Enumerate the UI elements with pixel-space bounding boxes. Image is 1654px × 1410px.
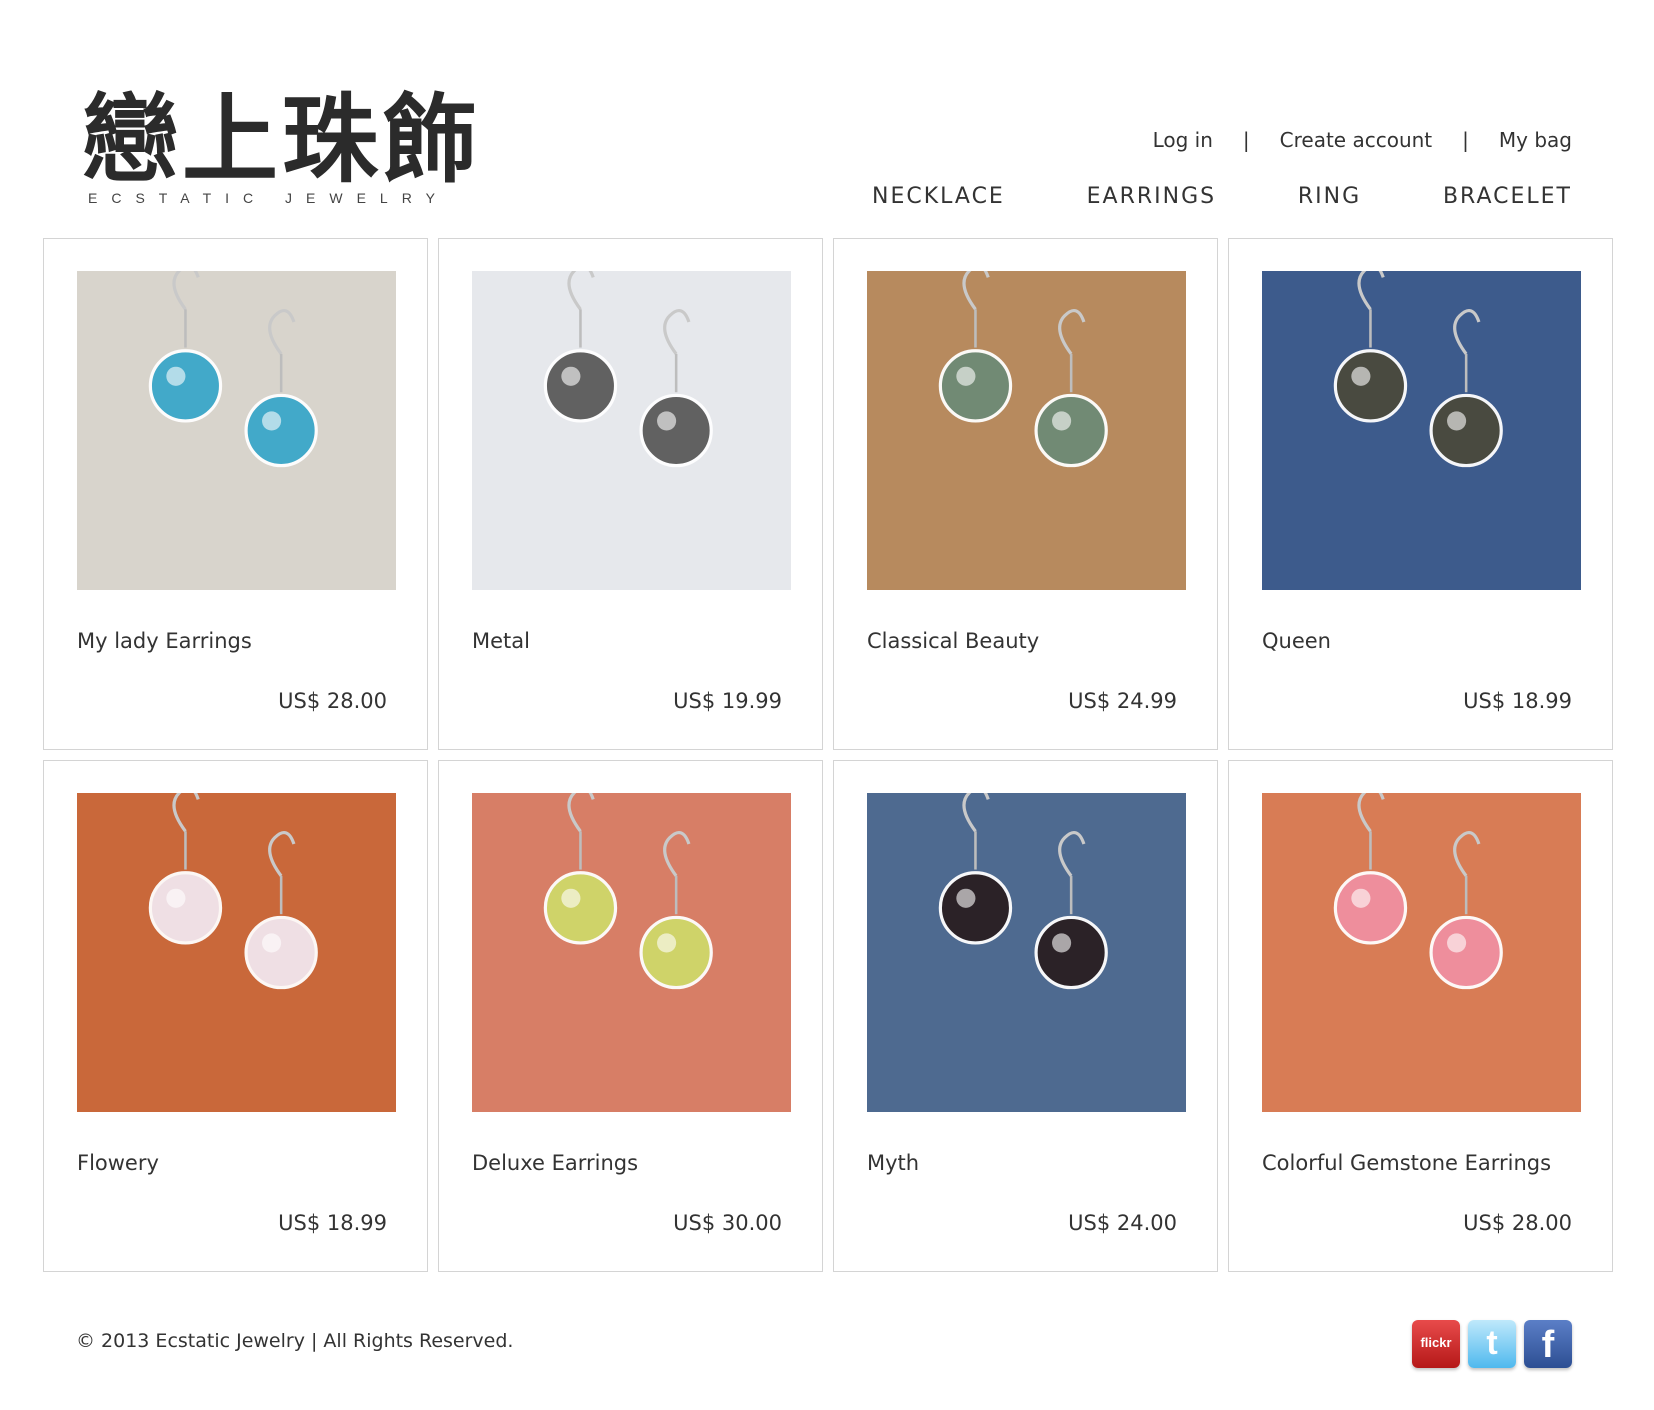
product-grid: My lady Earrings US$ 28.00 Metal US$ 19.… xyxy=(43,238,1615,1272)
flickr-icon[interactable]: flickr xyxy=(1412,1320,1460,1368)
facebook-icon[interactable]: f xyxy=(1524,1320,1572,1368)
product-name[interactable]: Queen xyxy=(1262,629,1331,653)
site-logo[interactable]: 戀上珠飾 ECSTATIC JEWELRY xyxy=(82,88,502,218)
product-name[interactable]: Classical Beauty xyxy=(867,629,1039,653)
product-card[interactable]: Classical Beauty US$ 24.99 xyxy=(833,238,1218,750)
product-price: US$ 28.00 xyxy=(278,689,387,713)
product-photo[interactable] xyxy=(77,793,396,1112)
product-photo[interactable] xyxy=(472,793,791,1112)
separator: | xyxy=(1242,128,1250,152)
product-photo[interactable] xyxy=(1262,271,1581,590)
product-card[interactable]: Myth US$ 24.00 xyxy=(833,760,1218,1272)
product-card[interactable]: Flowery US$ 18.99 xyxy=(43,760,428,1272)
logo-subtitle: ECSTATIC JEWELRY xyxy=(88,190,449,206)
my-bag-link[interactable]: My bag xyxy=(1499,128,1572,152)
product-card[interactable]: Metal US$ 19.99 xyxy=(438,238,823,750)
product-photo[interactable] xyxy=(77,271,396,590)
product-name[interactable]: Flowery xyxy=(77,1151,159,1175)
logo-cjk-text: 戀上珠飾 xyxy=(82,83,482,196)
product-card[interactable]: Colorful Gemstone Earrings US$ 28.00 xyxy=(1228,760,1613,1272)
product-price: US$ 24.99 xyxy=(1068,689,1177,713)
twitter-icon-label: t xyxy=(1486,1324,1498,1362)
product-price: US$ 24.00 xyxy=(1068,1211,1177,1235)
product-name[interactable]: My lady Earrings xyxy=(77,629,252,653)
login-link[interactable]: Log in xyxy=(1153,128,1213,152)
product-card[interactable]: Deluxe Earrings US$ 30.00 xyxy=(438,760,823,1272)
product-name[interactable]: Myth xyxy=(867,1151,919,1175)
product-photo[interactable] xyxy=(1262,793,1581,1112)
separator: | xyxy=(1462,128,1469,152)
twitter-icon[interactable]: t xyxy=(1468,1320,1516,1368)
product-name[interactable]: Deluxe Earrings xyxy=(472,1151,638,1175)
product-name[interactable]: Metal xyxy=(472,629,530,653)
product-price: US$ 19.99 xyxy=(673,689,782,713)
nav-earrings[interactable]: EARRINGS xyxy=(1087,184,1216,216)
product-price: US$ 28.00 xyxy=(1463,1211,1572,1235)
product-price: US$ 18.99 xyxy=(1463,689,1572,713)
facebook-icon-label: f xyxy=(1541,1324,1555,1366)
create-account-link[interactable]: Create account xyxy=(1280,128,1433,152)
nav-ring[interactable]: RING xyxy=(1298,184,1361,216)
product-card[interactable]: My lady Earrings US$ 28.00 xyxy=(43,238,428,750)
account-links: Log in | Create account | My bag xyxy=(1153,128,1572,152)
product-price: US$ 30.00 xyxy=(673,1211,782,1235)
product-card[interactable]: Queen US$ 18.99 xyxy=(1228,238,1613,750)
category-nav: NECKLACE EARRINGS RING BRACELET xyxy=(872,184,1572,216)
flickr-icon-label: flickr xyxy=(1420,1335,1452,1350)
product-name[interactable]: Colorful Gemstone Earrings xyxy=(1262,1151,1551,1175)
product-price: US$ 18.99 xyxy=(278,1211,387,1235)
product-photo[interactable] xyxy=(867,793,1186,1112)
nav-bracelet[interactable]: BRACELET xyxy=(1443,184,1572,216)
product-photo[interactable] xyxy=(867,271,1186,590)
social-links: flickr t f xyxy=(1412,1320,1572,1368)
copyright-text: © 2013 Ecstatic Jewelry | All Rights Res… xyxy=(76,1330,514,1352)
nav-necklace[interactable]: NECKLACE xyxy=(872,184,1005,216)
product-photo[interactable] xyxy=(472,271,791,590)
